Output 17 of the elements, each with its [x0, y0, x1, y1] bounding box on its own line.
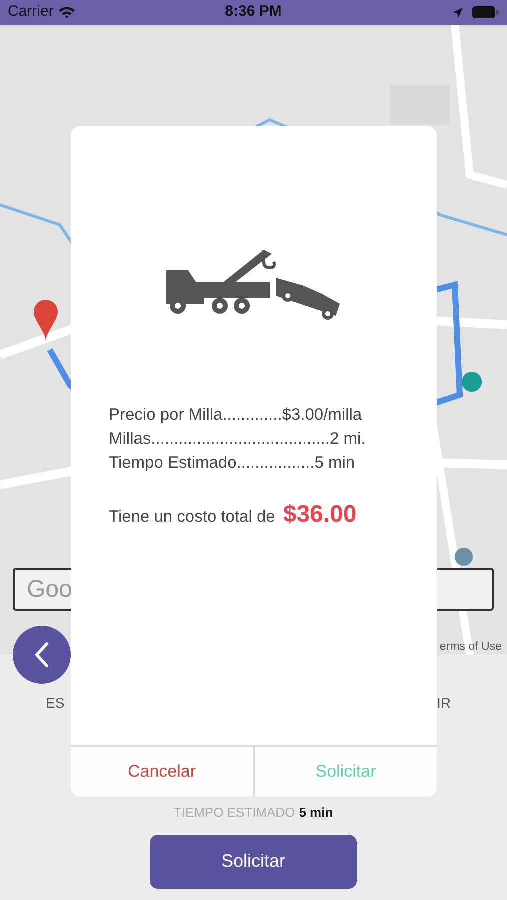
- detail-line: Millas.......................................2 mi.: [109, 429, 366, 450]
- location-arrow-icon: [452, 6, 464, 18]
- tab-label[interactable]: IR: [437, 693, 451, 714]
- time-label: 8:36 PM: [225, 2, 282, 22]
- total-amount: $36.00: [283, 500, 357, 530]
- request-button[interactable]: Solicitar: [150, 834, 357, 888]
- detail-line: Tiempo Estimado.................5 min: [109, 453, 356, 474]
- estimate-label: TIEMPO ESTIMADO: [174, 804, 296, 822]
- detail-line: Precio por Milla.............$3.00/milla: [109, 405, 364, 426]
- back-icon: [34, 642, 50, 668]
- battery-icon: [472, 6, 500, 19]
- carrier-label: Carrier: [8, 2, 54, 22]
- estimate-value: 5 min: [299, 804, 334, 822]
- terms-link[interactable]: erms of Use: [440, 639, 502, 655]
- tab-label[interactable]: ES: [46, 693, 65, 714]
- wifi-icon: [58, 6, 76, 19]
- total-label: Tiene un costo total de: [109, 507, 276, 528]
